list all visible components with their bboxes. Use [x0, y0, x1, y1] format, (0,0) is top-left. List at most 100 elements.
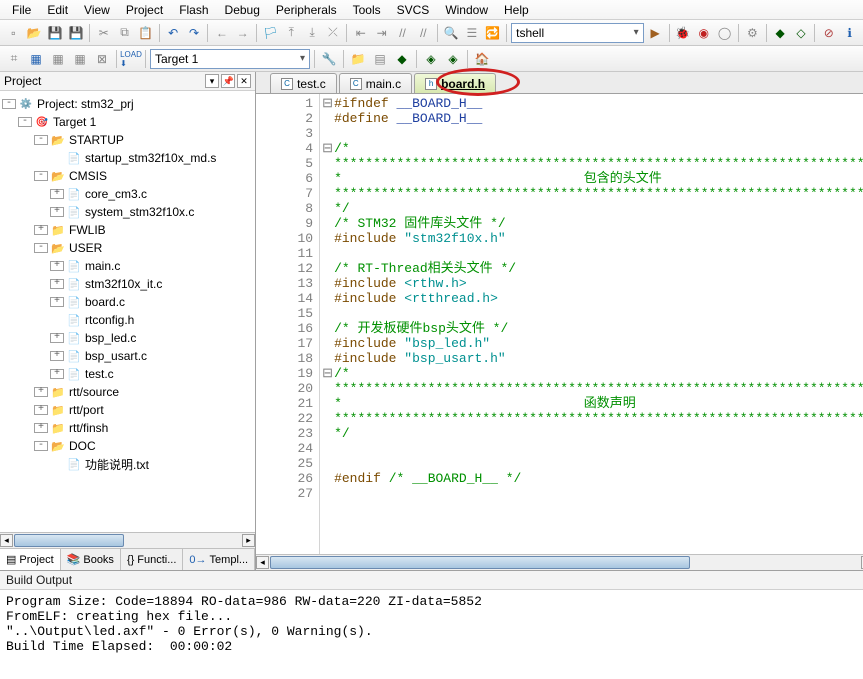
tree-node[interactable]: +core_cm3.c — [2, 185, 253, 203]
indent-in-icon[interactable]: ⇤ — [351, 23, 370, 43]
save-all-icon[interactable]: 💾 — [67, 23, 86, 43]
expand-icon[interactable]: + — [50, 189, 64, 199]
menu-peripherals[interactable]: Peripherals — [268, 1, 345, 19]
menu-project[interactable]: Project — [118, 1, 171, 19]
build-output-text[interactable]: Program Size: Code=18894 RO-data=986 RW-… — [0, 590, 863, 662]
tree-node[interactable]: -Project: stm32_prj — [2, 95, 253, 113]
find-go-icon[interactable]: ▶ — [646, 23, 665, 43]
scroll-right-icon[interactable]: ▸ — [242, 534, 255, 547]
expand-icon[interactable]: - — [34, 441, 48, 451]
rte-icon[interactable]: ◇ — [792, 23, 811, 43]
manage-rte-icon[interactable]: ◆ — [392, 49, 412, 69]
menu-debug[interactable]: Debug — [217, 1, 268, 19]
options-icon[interactable]: ⚙ — [743, 23, 762, 43]
nav-back-icon[interactable]: ← — [212, 23, 231, 43]
tree-node[interactable]: +stm32f10x_it.c — [2, 275, 253, 293]
tab-books[interactable]: 📚Books — [61, 549, 121, 570]
expand-icon[interactable]: + — [50, 351, 64, 361]
find-icon[interactable]: 🔍 — [442, 23, 461, 43]
select-pack-icon[interactable]: ◈ — [421, 49, 441, 69]
tree-node[interactable]: -STARTUP — [2, 131, 253, 149]
tree-node[interactable]: -CMSIS — [2, 167, 253, 185]
config-wizard-icon[interactable]: ◆ — [771, 23, 790, 43]
tab-functions[interactable]: {}Functi... — [121, 549, 183, 570]
expand-icon[interactable]: + — [50, 279, 64, 289]
menu-file[interactable]: File — [4, 1, 39, 19]
menu-svcs[interactable]: SVCS — [389, 1, 438, 19]
expand-icon[interactable]: - — [34, 135, 48, 145]
comment-icon[interactable]: // — [393, 23, 412, 43]
bookmark-next-icon[interactable]: ⤓ — [303, 23, 322, 43]
bookmark-clear-icon[interactable]: ⤫ — [324, 23, 343, 43]
panel-dropdown-icon[interactable]: ▾ — [205, 74, 219, 88]
find-combo[interactable]: tshell — [511, 23, 644, 43]
debug-icon[interactable]: 🐞 — [673, 23, 692, 43]
cut-icon[interactable]: ✂ — [94, 23, 113, 43]
expand-icon[interactable]: + — [34, 225, 48, 235]
breakpoint-insert-icon[interactable]: ◉ — [694, 23, 713, 43]
panel-pin-icon[interactable]: 📌 — [221, 74, 235, 88]
menu-view[interactable]: View — [76, 1, 118, 19]
open-file-icon[interactable]: 📂 — [25, 23, 44, 43]
tree-node[interactable]: rtconfig.h — [2, 311, 253, 329]
file-extensions-icon[interactable]: ▤ — [370, 49, 390, 69]
menu-edit[interactable]: Edit — [39, 1, 76, 19]
target-combo[interactable]: Target 1 — [150, 49, 310, 69]
menu-window[interactable]: Window — [437, 1, 496, 19]
tree-node[interactable]: -Target 1 — [2, 113, 253, 131]
paste-icon[interactable]: 📋 — [136, 23, 155, 43]
help-icon[interactable]: ℹ — [840, 23, 859, 43]
scroll-thumb[interactable] — [14, 534, 124, 547]
tab-templates[interactable]: 0→Templ... — [183, 549, 255, 570]
save-icon[interactable]: 💾 — [46, 23, 65, 43]
expand-icon[interactable]: - — [34, 243, 48, 253]
bookmark-prev-icon[interactable]: ⤒ — [282, 23, 301, 43]
menu-help[interactable]: Help — [496, 1, 537, 19]
tree-node[interactable]: -USER — [2, 239, 253, 257]
replace-icon[interactable]: 🔁 — [483, 23, 502, 43]
expand-icon[interactable]: + — [50, 261, 64, 271]
tree-node[interactable]: +rtt/port — [2, 401, 253, 419]
menu-tools[interactable]: Tools — [345, 1, 389, 19]
download-icon[interactable]: LOAD⬇ — [121, 49, 141, 69]
project-hscroll[interactable]: ◂ ▸ — [0, 532, 255, 548]
editor-tab-board[interactable]: hboard.h — [414, 73, 496, 93]
tree-node[interactable]: -DOC — [2, 437, 253, 455]
tree-node[interactable]: +system_stm32f10x.c — [2, 203, 253, 221]
editor-hscroll[interactable]: ◂ ▸ — [256, 554, 863, 570]
code-text[interactable]: ⊟#ifndef __BOARD_H__ #define __BOARD_H__… — [320, 94, 863, 554]
tree-node[interactable]: +rtt/finsh — [2, 419, 253, 437]
expand-icon[interactable]: + — [34, 387, 48, 397]
panel-close-icon[interactable]: ✕ — [237, 74, 251, 88]
code-area[interactable]: 1234567891011121314151617181920212223242… — [256, 94, 863, 554]
tree-node[interactable]: +bsp_usart.c — [2, 347, 253, 365]
batch-build-icon[interactable]: ▦ — [70, 49, 90, 69]
tab-project[interactable]: ▤Project — [0, 549, 61, 570]
project-tree[interactable]: -Project: stm32_prj-Target 1-STARTUPstar… — [0, 91, 255, 532]
scroll-left-icon[interactable]: ◂ — [0, 534, 13, 547]
new-file-icon[interactable]: ▫ — [4, 23, 23, 43]
stop-build-icon[interactable]: ⊠ — [92, 49, 112, 69]
build-icon[interactable]: ▦ — [26, 49, 46, 69]
indent-out-icon[interactable]: ⇥ — [372, 23, 391, 43]
home-icon[interactable]: 🏠 — [472, 49, 492, 69]
copy-icon[interactable]: ⧉ — [115, 23, 134, 43]
undo-icon[interactable]: ↶ — [164, 23, 183, 43]
tree-node[interactable]: +rtt/source — [2, 383, 253, 401]
manage-project-icon[interactable]: 📁 — [348, 49, 368, 69]
help-close-icon[interactable]: ⊘ — [819, 23, 838, 43]
uncomment-icon[interactable]: // — [414, 23, 433, 43]
tree-node[interactable]: +FWLIB — [2, 221, 253, 239]
tree-node[interactable]: startup_stm32f10x_md.s — [2, 149, 253, 167]
expand-icon[interactable]: + — [34, 405, 48, 415]
tree-node[interactable]: +main.c — [2, 257, 253, 275]
expand-icon[interactable]: - — [2, 99, 16, 109]
tree-node[interactable]: +board.c — [2, 293, 253, 311]
tree-node[interactable]: 功能说明.txt — [2, 455, 253, 473]
expand-icon[interactable]: + — [34, 423, 48, 433]
menu-flash[interactable]: Flash — [171, 1, 216, 19]
expand-icon[interactable]: + — [50, 369, 64, 379]
editor-scroll-thumb[interactable] — [270, 556, 690, 569]
find-files-icon[interactable]: ☰ — [463, 23, 482, 43]
tree-node[interactable]: +bsp_led.c — [2, 329, 253, 347]
